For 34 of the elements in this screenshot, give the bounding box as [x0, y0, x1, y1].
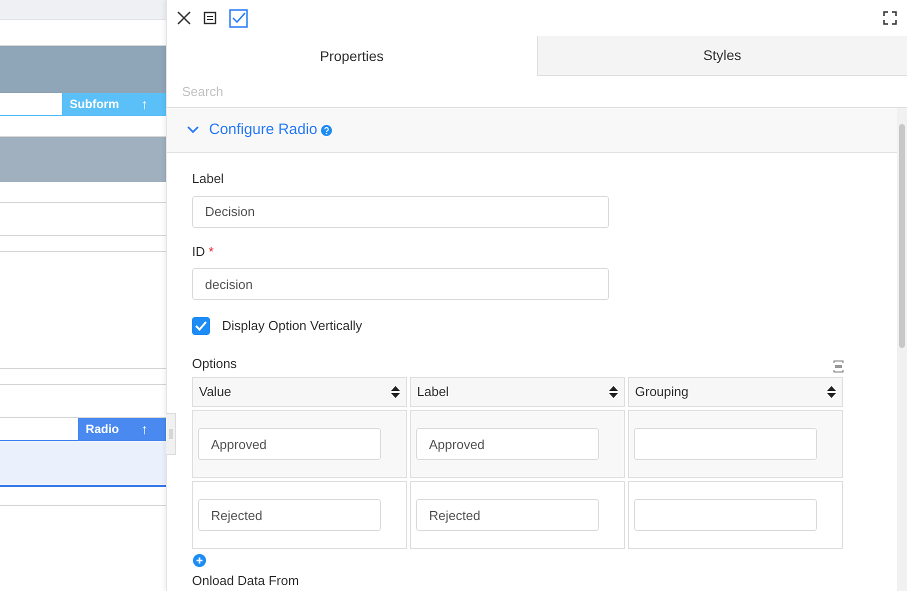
sort-icon[interactable]	[827, 386, 836, 398]
field-label: Label	[192, 170, 225, 188]
cell-input[interactable]	[634, 428, 817, 460]
cell-input[interactable]: Approved	[198, 428, 381, 460]
section-header[interactable]: Configure Radio	[167, 108, 897, 153]
text-field[interactable]: Decision	[192, 196, 609, 228]
checkbox[interactable]	[192, 316, 210, 335]
fullscreen-icon[interactable]	[883, 11, 897, 25]
help-icon[interactable]	[321, 124, 332, 136]
scrollbar[interactable]	[897, 108, 907, 591]
text-field[interactable]: decision	[192, 268, 609, 300]
field-label: Onload Data From	[192, 572, 300, 590]
cell-input[interactable]: Rejected	[198, 499, 381, 531]
panel-tab[interactable]: Styles	[538, 36, 907, 76]
column-header[interactable]: Label	[410, 377, 625, 407]
panel-tab[interactable]: Properties	[167, 36, 538, 76]
cell-input[interactable]: Rejected	[416, 499, 599, 531]
sort-icon[interactable]	[609, 386, 618, 398]
column-header[interactable]: Grouping	[628, 377, 843, 407]
chevron-icon[interactable]	[187, 126, 199, 134]
window-icon[interactable]	[203, 11, 217, 25]
checkbox-label[interactable]: Display Option Vertically	[222, 316, 362, 336]
search-field[interactable]: Search	[167, 76, 907, 108]
field-label: ID *	[192, 242, 215, 260]
resize-handle[interactable]	[166, 413, 176, 455]
column-header[interactable]: Value	[192, 377, 407, 407]
options-label: Options	[192, 354, 237, 373]
csv-export-icon[interactable]	[833, 360, 844, 373]
checkbox-icon[interactable]	[229, 8, 248, 28]
add-icon[interactable]	[193, 554, 206, 567]
cell-input[interactable]: Approved	[416, 428, 599, 460]
close-icon[interactable]	[177, 11, 191, 25]
cell-input[interactable]	[634, 499, 817, 531]
sort-icon[interactable]	[391, 386, 400, 398]
